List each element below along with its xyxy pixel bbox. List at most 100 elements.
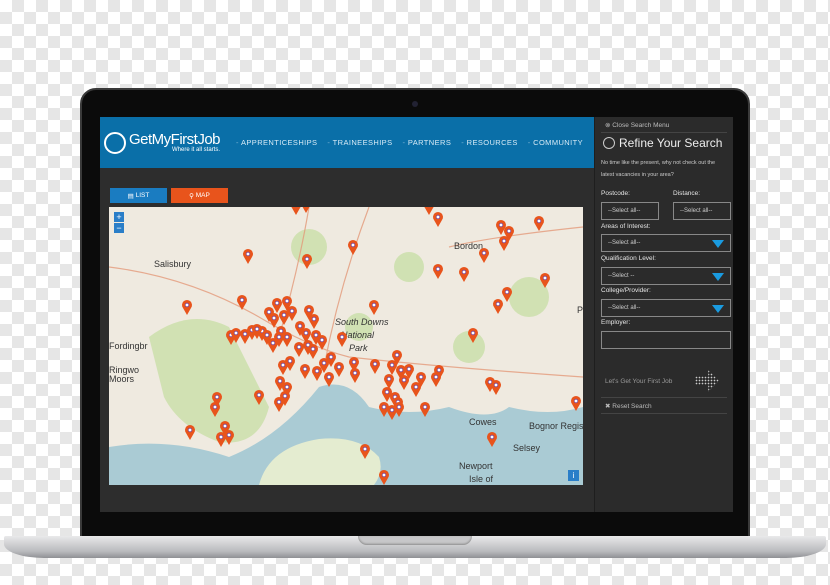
vacancy-marker[interactable]	[337, 332, 347, 347]
handshake-icon	[104, 131, 126, 154]
map-label: Isle of	[469, 474, 494, 484]
postcode-select[interactable]: --Select all--	[601, 202, 659, 220]
zoom-in-button[interactable]: +	[114, 212, 124, 222]
search-sidebar: ⊗ Close Search Menu Refine Your Search N…	[594, 117, 733, 512]
vacancy-marker[interactable]	[287, 306, 297, 321]
vacancy-marker[interactable]	[294, 342, 304, 357]
map-pin-icon: ⚲	[189, 192, 196, 200]
arrow-right-icon[interactable]	[695, 370, 719, 392]
vacancy-marker[interactable]	[387, 360, 397, 375]
map-label: Selsey	[513, 443, 541, 453]
reset-label: Reset Search	[612, 403, 652, 410]
college-value: --Select all--	[608, 305, 641, 311]
vacancy-marker[interactable]	[399, 375, 409, 390]
qual-value: --Select --	[608, 273, 635, 279]
list-icon: ▤	[127, 192, 136, 200]
logo[interactable]: GetMyFirstJob Where it all starts.	[104, 130, 221, 154]
employer-label: Employer:	[601, 319, 631, 326]
close-label: Close Search Menu	[612, 122, 670, 129]
vacancy-marker[interactable]	[242, 249, 253, 264]
vacancy-marker[interactable]	[350, 367, 360, 383]
vacancy-marker[interactable]	[308, 344, 318, 359]
vacancy-marker[interactable]	[291, 207, 301, 215]
vacancy-marker[interactable]	[499, 236, 510, 251]
logo-text: GetMyFirstJob	[129, 130, 221, 148]
areas-value: --Select all--	[608, 240, 641, 246]
close-search-menu[interactable]: ⊗ Close Search Menu	[605, 121, 669, 129]
map-label: Cowes	[469, 417, 497, 427]
vacancy-marker[interactable]	[479, 248, 489, 263]
vacancy-marker[interactable]	[490, 380, 501, 395]
site-header: GetMyFirstJob Where it all starts. APPRE…	[100, 117, 594, 168]
vacancy-marker[interactable]	[348, 240, 358, 255]
vacancy-map[interactable]: Salisbury Fordingbr Ringwo Moors South Downs…	[109, 207, 583, 485]
chevron-down-icon	[712, 273, 724, 281]
list-view-button[interactable]: ▤ LIST	[110, 188, 167, 203]
chevron-down-icon	[712, 305, 724, 313]
postcode-label: Postcode:	[601, 190, 630, 197]
employer-input[interactable]	[601, 331, 731, 349]
vacancy-marker[interactable]	[431, 372, 441, 387]
screen: GetMyFirstJob Where it all starts. APPRE…	[100, 117, 733, 512]
nav-partners[interactable]: PARTNERS	[402, 138, 451, 147]
intro-text-2: latest vacancies in your area?	[601, 172, 674, 178]
nav-apprenticeships[interactable]: APPRENTICESHIPS	[236, 138, 317, 147]
chevron-down-icon	[712, 240, 724, 248]
vacancy-marker[interactable]	[301, 207, 311, 213]
vacancy-marker[interactable]	[534, 216, 544, 231]
vacancy-marker[interactable]	[269, 313, 279, 328]
info-button[interactable]: i	[568, 470, 579, 481]
vacancy-marker[interactable]	[278, 360, 288, 375]
map-canvas[interactable]: SalisburyFordingbrRingwoMoorsSouth Downs…	[109, 207, 583, 485]
map-label: Fordingbr	[109, 341, 148, 351]
map-label: Moors	[109, 374, 135, 384]
map-label: Park	[349, 343, 368, 353]
laptop-notch	[358, 536, 472, 545]
intro-text: No time like the present, why not check …	[601, 160, 716, 166]
map-view-button[interactable]: ⚲ MAP	[171, 188, 228, 203]
vacancy-marker[interactable]	[224, 430, 234, 445]
vacancy-marker[interactable]	[459, 267, 470, 282]
areas-label: Areas of Interest:	[601, 223, 651, 230]
nav-traineeships[interactable]: TRAINEESHIPS	[327, 138, 392, 147]
map-label: MAP	[195, 192, 210, 199]
tagline: Where it all starts.	[172, 146, 221, 153]
areas-select[interactable]: --Select all--	[601, 234, 731, 252]
vacancy-marker[interactable]	[433, 212, 444, 227]
vacancy-marker[interactable]	[382, 387, 392, 402]
vacancy-marker[interactable]	[312, 366, 322, 381]
vacancy-marker[interactable]	[302, 254, 312, 269]
vacancy-marker[interactable]	[237, 295, 247, 310]
vacancy-marker[interactable]	[182, 300, 192, 315]
vacancy-marker[interactable]	[185, 425, 195, 440]
map-label: Newport	[459, 461, 493, 471]
qualification-select[interactable]: --Select --	[601, 267, 731, 285]
college-label: College/Provider:	[601, 287, 651, 294]
vacancy-marker[interactable]	[493, 299, 503, 314]
map-label: South Downs	[335, 317, 389, 327]
nav-community[interactable]: COMMUNITY	[528, 138, 583, 147]
vacancy-marker[interactable]	[309, 314, 319, 329]
vacancy-marker[interactable]	[370, 359, 380, 374]
nav-resources[interactable]: RESOURCES	[461, 138, 518, 147]
map-label: Salisbury	[154, 259, 192, 269]
search-icon	[603, 137, 615, 149]
camera	[412, 101, 418, 107]
reset-search-button[interactable]: ✖ Reset Search	[605, 402, 652, 410]
main-nav: APPRENTICESHIPS TRAINEESHIPS PARTNERS RE…	[226, 138, 583, 147]
vacancy-marker[interactable]	[300, 364, 310, 379]
vacancy-marker[interactable]	[433, 264, 444, 279]
vacancy-marker[interactable]	[424, 207, 434, 215]
map-label: Bordon	[454, 241, 483, 251]
vacancy-marker[interactable]	[384, 374, 395, 389]
vacancy-marker[interactable]	[369, 300, 379, 315]
vacancy-marker[interactable]	[282, 332, 292, 347]
vacancy-marker[interactable]	[317, 335, 327, 350]
qual-label: Qualification Level:	[601, 255, 656, 262]
vacancy-marker[interactable]	[334, 362, 344, 377]
distance-select[interactable]: --Select all--	[673, 202, 731, 220]
search-cta[interactable]: Let's Get Your First Job	[605, 378, 672, 385]
college-select[interactable]: --Select all--	[601, 299, 731, 317]
zoom-out-button[interactable]: −	[114, 223, 124, 233]
map-label: Petworth	[577, 305, 583, 315]
